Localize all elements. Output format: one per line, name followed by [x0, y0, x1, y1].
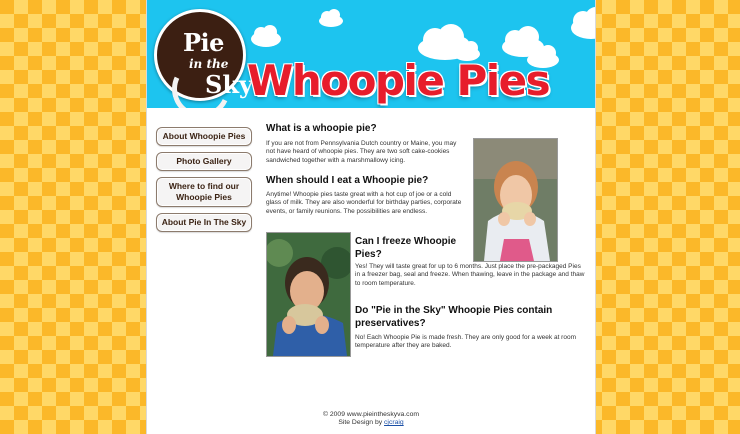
faq-question: Do "Pie in the Sky" Whoopie Pies contain… [355, 305, 553, 329]
designer-link[interactable]: cjcraig [384, 419, 404, 426]
page-container: Pie in the Sky Whoopie Pies About Whoopi… [146, 0, 596, 434]
site-design-credit: Site Design by cjcraig [147, 419, 595, 427]
logo-text-in-the: in the [189, 57, 229, 71]
sidebar-nav: About Whoopie Pies Photo Gallery Where t… [156, 127, 252, 238]
faq-answer: Anytime! Whoopie pies taste great with a… [266, 191, 462, 215]
faq-answer: No! Each Whoopie Pie is made fresh. They… [355, 334, 576, 350]
nav-button-about-whoopie-pies[interactable]: About Whoopie Pies [156, 127, 252, 146]
faq-answer: Yes! They will taste great for up to 6 m… [355, 263, 585, 287]
faq-answer: If you are not from Pennsylvania Dutch c… [266, 140, 457, 164]
banner-title: Whoopie Pies [247, 56, 551, 105]
nav-button-about-pie-in-the-sky[interactable]: About Pie In The Sky [156, 213, 252, 232]
site-design-prefix: Site Design by [338, 419, 383, 426]
footer: © 2009 www.pieintheskyva.com Site Design… [147, 411, 595, 427]
photo-boy-eating-pie [266, 232, 351, 357]
copyright-text: © 2009 www.pieintheskyva.com [322, 411, 420, 418]
faq-question: What is a whoopie pie? [266, 123, 377, 134]
logo-text-pie: Pie [183, 28, 224, 57]
cloud-graphic [571, 7, 595, 39]
photo-girl-eating-pie [473, 138, 558, 262]
faq-question: Can I freeze Whoopie Pies? [355, 236, 457, 260]
nav-button-label: About Pie In The Sky [161, 217, 247, 227]
header-banner: Pie in the Sky Whoopie Pies [147, 0, 595, 108]
nav-button-photo-gallery[interactable]: Photo Gallery [156, 152, 252, 171]
faq-question: When should I eat a Whoopie pie? [266, 175, 429, 186]
nav-button-where-to-find[interactable]: Where to find our Whoopie Pies [156, 177, 252, 207]
logo-text-sky: Sky [205, 70, 253, 99]
nav-button-label: About Whoopie Pies [162, 131, 246, 141]
site-logo[interactable]: Pie in the Sky [154, 9, 253, 108]
nav-button-label: Where to find our Whoopie Pies [168, 181, 240, 202]
cloud-graphic [251, 25, 281, 47]
cloud-graphic [319, 9, 343, 27]
nav-button-label: Photo Gallery [176, 156, 232, 166]
